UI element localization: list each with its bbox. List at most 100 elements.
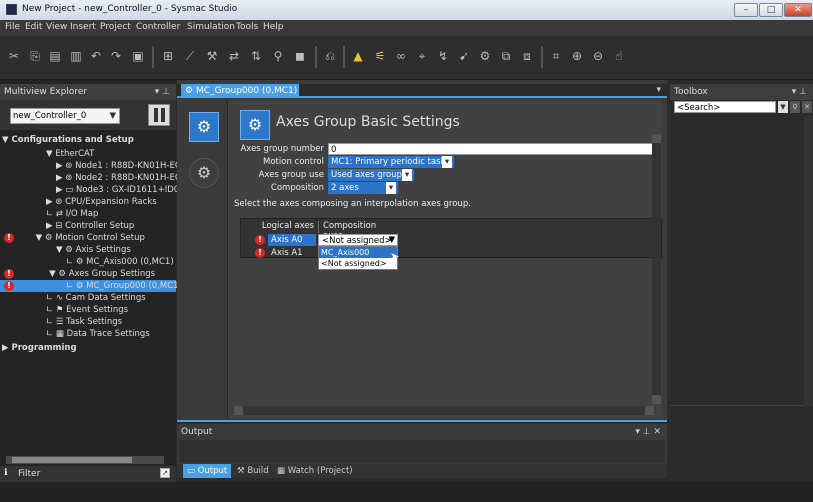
- composition-value: 2 axes: [331, 183, 359, 193]
- group-number-field[interactable]: 0: [328, 143, 658, 155]
- tree-item-cam-data[interactable]: ∟ ∿ Cam Data Settings: [46, 292, 146, 304]
- vertical-scrollbar[interactable]: [652, 134, 661, 404]
- tree-label: Task Settings: [66, 317, 123, 327]
- menu-help[interactable]: Help: [263, 22, 284, 32]
- stop-icon[interactable]: ◼: [292, 48, 308, 64]
- menu-edit[interactable]: Edit: [25, 22, 42, 32]
- menu-simulation[interactable]: Simulation: [187, 22, 235, 32]
- title-bar: New Project - new_Controller_0 - Sysmac …: [0, 0, 813, 20]
- tree-item-task-settings[interactable]: ∟ ☰ Task Settings: [46, 316, 122, 328]
- connect-icon[interactable]: ⟋: [182, 48, 198, 64]
- tree-label: Event Settings: [66, 305, 129, 315]
- menu-view[interactable]: View: [46, 22, 67, 32]
- tree-item-cpu-racks[interactable]: ▶ ⊛ CPU/Expansion Racks: [46, 196, 157, 208]
- build-icon[interactable]: ⚒: [204, 48, 220, 64]
- step-icon[interactable]: ↯: [435, 48, 451, 64]
- tree-item-mc-axis000[interactable]: ∟ ⚙ MC_Axis000 (0,MC1): [66, 256, 174, 268]
- zoom-out-icon[interactable]: ⊖: [590, 48, 606, 64]
- menu-file[interactable]: File: [5, 22, 20, 32]
- table-row[interactable]: ! Axis A0 <Not assigned> ▼: [240, 234, 662, 246]
- fit-icon[interactable]: ⌗: [548, 48, 564, 64]
- window-icon[interactable]: ⧉: [498, 48, 514, 64]
- output-content: [179, 440, 665, 462]
- basic-settings-icon[interactable]: ⚙: [189, 112, 219, 142]
- tab-build[interactable]: ⚒ Build: [233, 464, 273, 478]
- advanced-settings-icon[interactable]: ⚙: [189, 158, 219, 188]
- chevron-down-icon: ▾: [442, 156, 452, 168]
- undo-icon[interactable]: ↶: [88, 48, 104, 64]
- filter-icon: ℹ: [4, 468, 8, 478]
- pin-icon[interactable]: ▾ ⊥: [792, 84, 807, 100]
- filter-toggle-icon[interactable]: ↗: [160, 468, 170, 478]
- horizontal-scrollbar[interactable]: [234, 406, 654, 415]
- pan-icon[interactable]: ☝: [611, 48, 627, 64]
- transfer-icon[interactable]: ⇅: [248, 48, 264, 64]
- minimize-icon[interactable]: –: [734, 3, 758, 17]
- close-icon[interactable]: ✕: [784, 3, 812, 17]
- controller-icon[interactable]: [148, 104, 170, 126]
- dropdown-option[interactable]: MC_Axis000 (0,MC1): [319, 247, 397, 268]
- tree-item-io-map[interactable]: ∟ ⇄ I/O Map: [46, 208, 98, 220]
- pin-icon[interactable]: ▾ ⊥: [155, 84, 170, 100]
- menu-controller[interactable]: Controller: [136, 22, 180, 32]
- splitter[interactable]: [177, 420, 667, 422]
- group-use-select[interactable]: Used axes group ▾: [328, 169, 414, 181]
- paste-icon[interactable]: ▤: [47, 48, 63, 64]
- warning-icon[interactable]: ▲: [350, 48, 366, 64]
- search-icon[interactable]: ⚲: [790, 101, 800, 113]
- cut-icon[interactable]: ✂: [6, 48, 22, 64]
- save-icon[interactable]: ▣: [130, 48, 146, 64]
- simulation-icon[interactable]: ⎌: [322, 48, 338, 64]
- tab-mc-group000[interactable]: ⚙ MC_Group000 (0,MC1) ✕: [181, 84, 299, 110]
- zoom-in-icon[interactable]: ⊕: [569, 48, 585, 64]
- maximize-icon[interactable]: □: [759, 3, 783, 17]
- tree-item-motion-control[interactable]: ! ▼ ⚙ Motion Control Setup: [4, 232, 145, 244]
- cross-reference-icon[interactable]: ⌖: [414, 48, 430, 64]
- link-icon[interactable]: ∞: [393, 48, 409, 64]
- menu-tools[interactable]: Tools: [236, 22, 258, 32]
- jump-icon[interactable]: ➹: [456, 48, 472, 64]
- horizontal-scrollbar[interactable]: [6, 456, 164, 464]
- dropdown-option[interactable]: <Not assigned>: [319, 258, 397, 269]
- group-number-label: Axes group number: [240, 144, 324, 154]
- menu-project[interactable]: Project: [100, 22, 131, 32]
- tree-item-event-settings[interactable]: ∟ ⚑ Event Settings: [46, 304, 128, 316]
- clear-icon[interactable]: ✕: [802, 101, 812, 113]
- multiview-header: Multiview Explorer ▾ ⊥: [0, 84, 176, 100]
- controller-select[interactable]: new_Controller_0 ▼: [10, 108, 120, 124]
- tree-item-node1[interactable]: ▶ ⊚ Node1 : R88D-KN01H-EC: [56, 160, 181, 172]
- delete-icon[interactable]: ▥: [68, 48, 84, 64]
- tab-list-icon[interactable]: ▾: [656, 85, 661, 95]
- toolbox-search-input[interactable]: <Search>: [674, 101, 776, 113]
- composition-select[interactable]: 2 axes ▾: [328, 182, 398, 194]
- redo-icon[interactable]: ↷: [108, 48, 124, 64]
- motion-control-select[interactable]: MC1: Primary periodic task ▾: [328, 156, 454, 168]
- toolbar: ✂ ⎘ ▤ ▥ ↶ ↷ ▣ ⊞ ⟋ ⚒ ⇄ ⇅ ⚲ ◼ ⎌ ▲ ⚟ ∞ ⌖ ↯ …: [0, 36, 813, 80]
- binoculars-icon[interactable]: ⚲: [270, 48, 286, 64]
- section-programming[interactable]: ▶ Programming: [2, 342, 77, 354]
- tree-item-mc-group000[interactable]: ! ∟ ⚙ MC_Group000 (0,MC1): [0, 280, 182, 292]
- vertical-scrollbar[interactable]: [804, 116, 813, 406]
- composition-axis-a0-select[interactable]: <Not assigned> ▼: [318, 234, 398, 246]
- synchronize-icon[interactable]: ⇄: [226, 48, 242, 64]
- table-row[interactable]: ! Axis A1: [240, 247, 662, 259]
- tree-item-node2[interactable]: ▶ ⊚ Node2 : R88D-KN01H-EC: [56, 172, 181, 184]
- tree-item-axis-settings[interactable]: ▼ ⚙ Axis Settings: [56, 244, 131, 256]
- tree-item-axes-group-settings[interactable]: ! ▼ ⚙ Axes Group Settings: [4, 268, 155, 280]
- tree-item-ethercat[interactable]: ▼ EtherCAT: [46, 148, 94, 160]
- force-on-icon[interactable]: ⚟: [372, 48, 388, 64]
- online-icon[interactable]: ⊞: [160, 48, 176, 64]
- section-configurations[interactable]: ▼ Configurations and Setup: [2, 134, 134, 146]
- tab-output[interactable]: ▭ Output: [183, 464, 232, 478]
- pin-close-icon[interactable]: ▾ ⊥ ✕: [635, 424, 661, 440]
- tree-item-node3[interactable]: ▶ ▭ Node3 : GX-ID1611+ID08: [56, 184, 185, 196]
- copy-icon[interactable]: ⎘: [27, 48, 43, 64]
- tree-label: Axis Settings: [75, 245, 131, 255]
- tab-watch[interactable]: ▦ Watch (Project): [273, 464, 357, 478]
- chevron-down-icon[interactable]: ▼: [778, 101, 788, 113]
- tree-item-controller-setup[interactable]: ▶ ⊟ Controller Setup: [46, 220, 134, 232]
- menu-insert[interactable]: Insert: [70, 22, 96, 32]
- gear-icon[interactable]: ⚙: [477, 48, 493, 64]
- tree-item-data-trace[interactable]: ∟ ▦ Data Trace Settings: [46, 328, 150, 340]
- layout-icon[interactable]: ⧈: [519, 48, 535, 64]
